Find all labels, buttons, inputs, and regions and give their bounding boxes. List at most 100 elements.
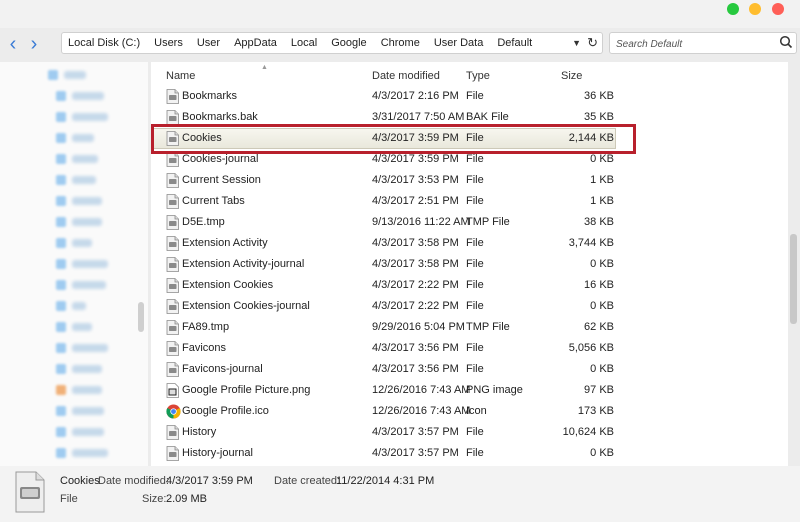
maximize-button[interactable] [727, 3, 739, 15]
nav-tree-item[interactable] [56, 153, 98, 165]
file-icon [166, 257, 179, 272]
file-row[interactable]: Favicons-journal 4/3/2017 3:56 PM File 0 KB [151, 359, 788, 380]
file-type: File [466, 300, 484, 312]
file-size: 173 KB [577, 405, 614, 417]
navigation-pane[interactable] [0, 62, 148, 466]
forward-arrow-icon[interactable]: › [26, 34, 42, 54]
search-icon[interactable] [779, 35, 793, 49]
file-icon [166, 236, 179, 251]
file-name: Favicons-journal [182, 363, 263, 375]
nav-tree-item[interactable] [56, 90, 104, 102]
file-name: Google Profile.ico [182, 405, 269, 417]
file-row[interactable]: Current Tabs 4/3/2017 2:51 PM File 1 KB [151, 191, 788, 212]
column-header-date-modified[interactable]: Date modified [372, 70, 440, 82]
refresh-icon[interactable]: ↻ [587, 35, 598, 51]
file-name: Cookies-journal [182, 153, 259, 165]
address-bar[interactable]: Local Disk (C:) Users User AppData Local… [61, 32, 603, 54]
breadcrumb-user-data[interactable]: User Data [427, 37, 491, 49]
chrome-icon [166, 404, 181, 419]
breadcrumb-local-disk[interactable]: Local Disk (C:) [62, 37, 147, 49]
nav-tree-item[interactable] [56, 342, 108, 354]
breadcrumb-local[interactable]: Local [284, 37, 324, 49]
file-date-modified: 4/3/2017 3:57 PM [372, 447, 459, 459]
file-date-modified: 4/3/2017 3:58 PM [372, 237, 459, 249]
file-row[interactable]: D5E.tmp 9/13/2016 11:22 AM TMP File 38 KB [151, 212, 788, 233]
file-name: FA89.tmp [182, 321, 230, 333]
sidebar-scrollbar[interactable] [138, 302, 144, 332]
file-name: Google Profile Picture.png [182, 384, 311, 396]
details-date-modified-value: 4/3/2017 3:59 PM [166, 475, 253, 487]
breadcrumb-chrome[interactable]: Chrome [374, 37, 427, 49]
nav-tree-item[interactable] [56, 216, 102, 228]
file-size: 2,144 KB [568, 132, 614, 144]
nav-tree-item[interactable] [56, 195, 102, 207]
nav-tree-item[interactable] [56, 174, 96, 186]
nav-tree-item[interactable] [56, 300, 86, 312]
file-icon [166, 425, 179, 440]
breadcrumb-google[interactable]: Google [324, 37, 373, 49]
file-date-modified: 4/3/2017 3:58 PM [372, 258, 459, 270]
file-row[interactable]: Bookmarks.bak 3/31/2017 7:50 AM BAK File 35… [151, 107, 788, 128]
file-type: PNG image [466, 384, 523, 396]
nav-tree-item[interactable] [56, 363, 102, 375]
file-row[interactable]: Favicons 4/3/2017 3:56 PM File 5,056 KB [151, 338, 788, 359]
file-row[interactable]: Cookies 4/3/2017 3:59 PM File 2,144 KB [151, 128, 788, 149]
file-date-modified: 12/26/2016 7:43 AM [372, 384, 471, 396]
file-row[interactable]: Bookmarks 4/3/2017 2:16 PM File 36 KB [151, 86, 788, 107]
breadcrumb-users[interactable]: Users [147, 37, 190, 49]
breadcrumb-user[interactable]: User [190, 37, 227, 49]
file-date-modified: 4/3/2017 2:22 PM [372, 300, 459, 312]
breadcrumb-appdata[interactable]: AppData [227, 37, 284, 49]
nav-tree-item[interactable] [56, 237, 92, 249]
back-arrow-icon[interactable]: ‹ [5, 34, 21, 54]
file-type: BAK File [466, 111, 509, 123]
file-row[interactable]: History 4/3/2017 3:57 PM File 10,624 KB [151, 422, 788, 443]
minimize-button[interactable] [749, 3, 761, 15]
close-button[interactable] [772, 3, 784, 15]
file-row[interactable]: Cookies-journal 4/3/2017 3:59 PM File 0 KB [151, 149, 788, 170]
file-name: Bookmarks [182, 90, 238, 102]
nav-tree-item[interactable] [48, 69, 86, 81]
search-input[interactable] [614, 35, 778, 53]
file-icon [166, 341, 179, 356]
file-row[interactable]: Google Profile Picture.png 12/26/2016 7:4… [151, 380, 788, 401]
file-row[interactable]: Google Profile.ico 12/26/2016 7:43 AM Icon… [151, 401, 788, 422]
file-row[interactable]: History-journal 4/3/2017 3:57 PM File 0 KB [151, 443, 788, 464]
file-icon [166, 299, 179, 314]
file-icon [166, 152, 179, 167]
file-row[interactable]: Current Session 4/3/2017 3:53 PM File 1 KB [151, 170, 788, 191]
nav-tree-item[interactable] [56, 384, 102, 396]
file-size: 0 KB [590, 258, 614, 270]
details-date-modified-label: Date modified: [98, 475, 169, 487]
file-date-modified: 4/3/2017 3:59 PM [372, 132, 459, 144]
column-header-name[interactable]: Name [166, 70, 195, 82]
file-date-modified: 3/31/2017 7:50 AM [372, 111, 465, 123]
nav-tree-item[interactable] [56, 405, 104, 417]
file-type: File [466, 258, 484, 270]
file-name: History [182, 426, 217, 438]
file-row[interactable]: Extension Activity-journal 4/3/2017 3:58 … [151, 254, 788, 275]
file-icon [166, 131, 179, 146]
file-row[interactable]: Extension Activity 4/3/2017 3:58 PM File 3,… [151, 233, 788, 254]
nav-tree-item[interactable] [56, 321, 92, 333]
file-row[interactable]: Extension Cookies-journal 4/3/2017 2:22 P… [151, 296, 788, 317]
breadcrumb-default[interactable]: Default [490, 37, 539, 49]
nav-tree-item[interactable] [56, 447, 108, 459]
file-date-modified: 4/3/2017 3:59 PM [372, 153, 459, 165]
nav-tree-item[interactable] [56, 279, 106, 291]
column-header-size[interactable]: Size [561, 70, 582, 82]
column-header-type[interactable]: Type [466, 70, 490, 82]
file-row[interactable]: Extension Cookies 4/3/2017 2:22 PM File 16 … [151, 275, 788, 296]
file-date-modified: 4/3/2017 3:56 PM [372, 363, 459, 375]
file-name: Extension Activity-journal [182, 258, 305, 270]
search-box[interactable] [609, 32, 797, 54]
chevron-down-icon[interactable]: ▼ [572, 38, 581, 48]
file-row[interactable]: FA89.tmp 9/29/2016 5:04 PM TMP File 62 KB [151, 317, 788, 338]
nav-tree-item[interactable] [56, 426, 104, 438]
file-list-scrollbar[interactable] [790, 234, 797, 324]
nav-tree-item[interactable] [56, 132, 94, 144]
nav-tree-item[interactable] [56, 111, 108, 123]
file-type: TMP File [466, 321, 510, 333]
file-name: D5E.tmp [182, 216, 225, 228]
nav-tree-item[interactable] [56, 258, 108, 270]
